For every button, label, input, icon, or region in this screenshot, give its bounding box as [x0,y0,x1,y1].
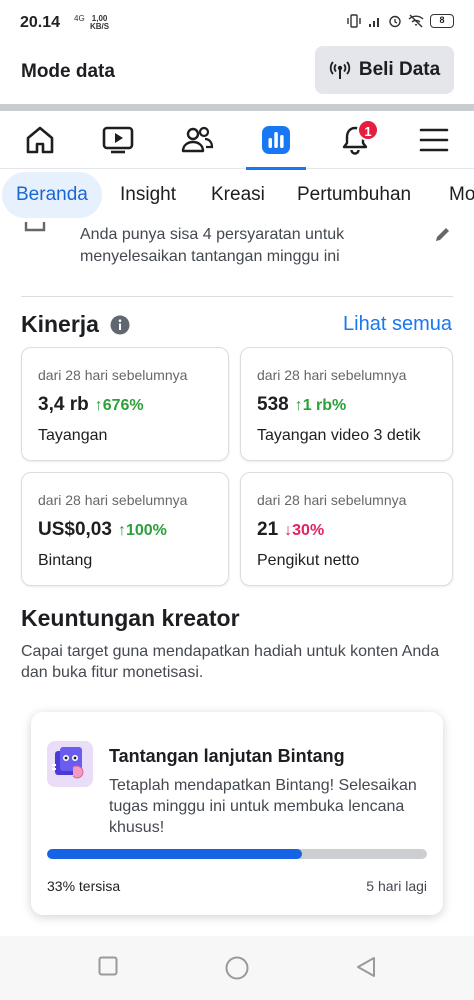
metric-value: 3,4 rb ↑676% [38,394,144,415]
metric-card-stars[interactable]: dari 28 hari sebelumnya US$0,03 ↑100% Bin… [21,472,229,586]
metric-value: US$0,03 ↑100% [38,519,167,540]
nav-video[interactable] [88,111,148,169]
info-icon[interactable] [110,315,130,335]
metric-card-views[interactable]: dari 28 hari sebelumnya 3,4 rb ↑676% Taya… [21,347,229,461]
home-icon [26,126,54,154]
nav-friends[interactable] [167,111,227,169]
challenge-description: Tetaplah mendapatkan Bintang! Selesaikan… [109,777,417,836]
vibrate-icon [347,14,361,28]
metric-delta: ↓30% [284,522,325,539]
tab-beranda[interactable]: Beranda [2,172,102,218]
system-nav-bar [0,936,474,1000]
metric-period: dari 28 hari sebelumnya [257,492,407,508]
metric-card-3s-views[interactable]: dari 28 hari sebelumnya 538 ↑1 rb% Tayang… [240,347,453,461]
buy-data-label: Beli Data [358,59,441,80]
requirements-text: Anda punya sisa 4 persyaratan untuk meny… [80,226,345,265]
challenge-progress-fill [47,849,302,859]
nav-notifications[interactable]: 1 [325,111,385,169]
tab-more[interactable]: Mo [449,172,474,218]
metric-period: dari 28 hari sebelumnya [38,367,188,383]
metric-label: Bintang [38,552,93,569]
home-circle-icon[interactable] [225,956,249,980]
metric-label: Tayangan video 3 detik [257,427,421,444]
performance-title: Kinerja [21,311,99,337]
alarm-icon [389,15,401,28]
nav-dashboard[interactable] [246,111,306,170]
metric-card-net-followers[interactable]: dari 28 hari sebelumnya 21 ↓30% Pengikut … [240,472,453,586]
metric-value: 21 ↓30% [257,519,325,540]
creator-benefits-description: Capai target guna mendapatkan hadiah unt… [21,643,440,681]
dashboard-icon [262,126,290,154]
buy-data-button[interactable]: Beli Data [315,46,454,94]
metric-delta: ↑1 rb% [294,397,347,414]
battery-indicator: 8 [430,14,454,28]
metric-label: Tayangan [38,427,108,444]
nav-home[interactable] [10,111,70,169]
stars-challenge-illustration [47,741,93,787]
requirement-icon [22,222,48,238]
recent-apps-icon[interactable] [98,956,118,976]
challenge-title: Tantangan lanjutan Bintang [109,746,345,766]
divider [0,104,474,111]
data-mode-label: Mode data [21,61,115,82]
broadcast-icon [329,61,351,79]
nav-menu[interactable] [404,111,464,169]
data-mode-bar: Mode data Beli Data [0,44,474,104]
separator [21,296,453,297]
challenge-remaining: 33% tersisa [47,878,121,894]
wifi-off-icon [408,14,424,28]
back-icon[interactable] [355,956,377,978]
section-tabs: Beranda Insight Kreasi Pertumbuhan Mo [0,172,474,218]
metric-period: dari 28 hari sebelumnya [38,492,188,508]
creator-benefits-title: Keuntungan kreator [21,605,240,631]
metric-delta: ↑676% [94,397,144,414]
network-type: 4G [74,14,85,23]
metric-period: dari 28 hari sebelumnya [257,367,407,383]
menu-icon [419,128,449,152]
main-nav: 1 [0,111,474,170]
network-speed: 1,00 KB/S [90,14,110,31]
friends-icon [181,126,214,153]
signal-icon [369,18,379,27]
video-icon [102,126,134,154]
metric-label: Pengikut netto [257,552,360,569]
metric-value: 538 ↑1 rb% [257,394,347,415]
metric-delta: ↑100% [117,522,167,539]
challenge-progress-bar [47,849,427,859]
pencil-icon[interactable] [432,223,454,245]
tab-kreasi[interactable]: Kreasi [211,172,265,218]
see-all-link[interactable]: Lihat semua [343,313,452,336]
tab-pertumbuhan[interactable]: Pertumbuhan [297,172,411,218]
challenge-card[interactable]: Tantangan lanjutan Bintang Tetaplah mend… [31,712,443,915]
status-icons: 8 [346,14,454,28]
tab-insight[interactable]: Insight [120,172,176,218]
challenge-days-left: 5 hari lagi [366,878,427,894]
status-time: 20.14 [20,14,61,31]
status-bar: 20.14 4G 1,00 KB/S 8 [0,0,474,48]
notification-badge: 1 [357,119,379,141]
